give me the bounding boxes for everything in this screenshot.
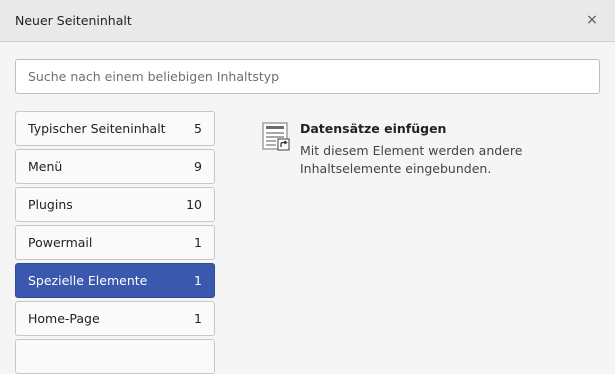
element-description: Mit diesem Element werden andere Inhalts… bbox=[300, 143, 523, 176]
category-label: Plugins bbox=[28, 197, 73, 212]
category-menu[interactable]: Menü 9 bbox=[15, 149, 215, 184]
category-count: 10 bbox=[186, 197, 202, 212]
category-spezielle-elemente[interactable]: Spezielle Elemente 1 bbox=[15, 263, 215, 298]
category-typischer-seiteninhalt[interactable]: Typischer Seiteninhalt 5 bbox=[15, 111, 215, 146]
category-label: Spezielle Elemente bbox=[28, 273, 148, 288]
category-count: 1 bbox=[194, 273, 202, 288]
close-icon[interactable]: × bbox=[584, 12, 600, 28]
category-count: 5 bbox=[194, 121, 202, 136]
category-label: Powermail bbox=[28, 235, 93, 250]
modal-header: Neuer Seiteninhalt × bbox=[0, 0, 615, 42]
content-element-shortcut[interactable]: Datensätze einfügen Mit diesem Element w… bbox=[262, 120, 602, 180]
category-home-page[interactable]: Home-Page 1 bbox=[15, 301, 215, 336]
category-plugins[interactable]: Plugins 10 bbox=[15, 187, 215, 222]
category-label: Typischer Seiteninhalt bbox=[28, 121, 166, 136]
category-label: Menü bbox=[28, 159, 63, 174]
modal-title: Neuer Seiteninhalt bbox=[15, 13, 132, 28]
shortcut-records-icon bbox=[262, 122, 290, 151]
category-count: 1 bbox=[194, 311, 202, 326]
category-powermail[interactable]: Powermail 1 bbox=[15, 225, 215, 260]
category-count: 9 bbox=[194, 159, 202, 174]
search-input[interactable] bbox=[15, 59, 600, 94]
element-title: Datensätze einfügen bbox=[300, 121, 447, 136]
category-label: Home-Page bbox=[28, 311, 100, 326]
category-count: 1 bbox=[194, 235, 202, 250]
category-item-partial[interactable] bbox=[15, 339, 215, 374]
